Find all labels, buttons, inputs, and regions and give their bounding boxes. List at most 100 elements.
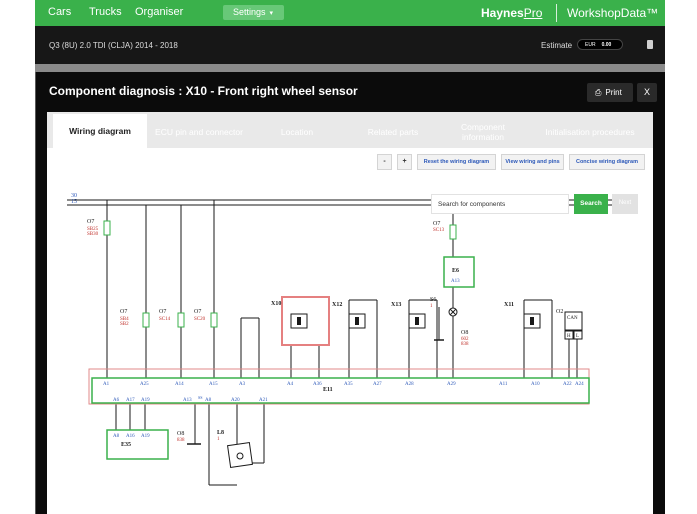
e11-name: E11: [323, 387, 333, 393]
zoom-out-button[interactable]: -: [377, 154, 392, 170]
fuse-b-name: O7: [120, 309, 127, 315]
can-pin-h: H: [567, 334, 571, 339]
control-unit-e11[interactable]: E11 A1 A25 A14 A15 A3 A4 A36 A35 A27 A28…: [88, 368, 590, 405]
wheel-sensor-x13[interactable]: X13: [391, 302, 426, 329]
brand-main: Haynes: [481, 6, 524, 20]
reset-wiring-diagram-button[interactable]: Reset the wiring diagram: [417, 154, 496, 170]
tab-ecu-pin-and-connector[interactable]: ECU pin and connector: [153, 116, 245, 148]
top-navigation: Cars Trucks Organiser Settings ▾ HaynesPr…: [35, 0, 665, 26]
e35-pin: A8: [113, 434, 120, 439]
o2-name: O2: [556, 309, 563, 315]
e11-pin: A10: [531, 382, 540, 387]
search-button[interactable]: Search: [574, 194, 608, 214]
fuse-a-name: O7: [87, 219, 94, 225]
o8-bottom-name: O8: [177, 431, 184, 437]
print-label: Print: [605, 88, 622, 97]
fuse-a-code-2: SB30: [87, 232, 99, 237]
component-e6[interactable]: E6 A13: [443, 256, 475, 288]
tabs-panel: Wiring diagram ECU pin and connector Loc…: [47, 112, 653, 514]
wiring-diagram[interactable]: 30 15 O7 SB25 SB30 O7 SB4 SB2 O7 SC14 O7…: [59, 188, 639, 508]
e11-pin: A25: [140, 382, 149, 387]
wheel-sensor-x11[interactable]: X11: [504, 302, 541, 329]
e11-pin: A1: [103, 382, 110, 387]
tab-component-information[interactable]: Component information: [443, 116, 523, 148]
fuse-a[interactable]: O7 SB25 SB30: [87, 219, 111, 237]
e11-pin: A17: [126, 398, 135, 403]
e11-pin: A28: [405, 382, 414, 387]
zoom-in-button[interactable]: +: [397, 154, 412, 170]
fuse-d-name: O7: [194, 309, 201, 315]
e35-pin: A19: [141, 434, 150, 439]
e11-pin: A20: [231, 398, 240, 403]
e11-pin: A14: [175, 382, 184, 387]
estimate-amount: 0.00: [601, 42, 612, 48]
e11-pin: A3: [239, 382, 246, 387]
nav-cars[interactable]: Cars: [48, 6, 71, 18]
e11-pin: A6: [113, 398, 120, 403]
tab-related-parts[interactable]: Related parts: [349, 116, 437, 148]
e11-pin: A22: [563, 382, 572, 387]
overlay-backdrop: [35, 64, 665, 72]
fuse-c[interactable]: O7 SC14: [159, 309, 185, 328]
e6-pin: A13: [451, 279, 460, 284]
view-wiring-and-pins-button[interactable]: View wiring and pins: [501, 154, 564, 170]
e11-pin: A21: [259, 398, 268, 403]
tab-initialisation-procedures[interactable]: Initialisation procedures: [529, 116, 651, 148]
x12-name: X12: [332, 302, 342, 308]
brand-divider: [556, 4, 557, 22]
fuse-b-code-2: SB2: [120, 322, 129, 327]
settings-label: Settings: [233, 7, 266, 17]
e11-pin: A24: [575, 382, 584, 387]
e11-pin: A27: [373, 382, 382, 387]
vehicle-bar: Q3 (8U) 2.0 TDI (CLJA) 2014 - 2018 Estim…: [35, 26, 665, 64]
print-button[interactable]: ⎙ Print: [587, 83, 633, 102]
estimate-badge[interactable]: EUR 0.00: [577, 39, 623, 50]
settings-dropdown[interactable]: Settings ▾: [223, 5, 284, 20]
component-o2[interactable]: O2 CAN H L: [556, 309, 583, 340]
wiring-diagram-svg[interactable]: 30 15 O7 SB25 SB30 O7 SB4 SB2 O7 SC14 O7…: [59, 188, 639, 508]
component-l8[interactable]: L8 1: [217, 430, 253, 468]
bus-15-label: 15: [71, 199, 77, 205]
fuse-e-code: SC13: [433, 228, 445, 233]
fuse-d-code: SC20: [194, 317, 206, 322]
ground-o8-bottom[interactable]: O8 838: [177, 431, 185, 443]
modal-title: Component diagnosis : X10 - Front right …: [49, 84, 358, 98]
e11-pin: A4: [287, 382, 294, 387]
x11-name: X11: [504, 302, 514, 308]
tab-wiring-diagram[interactable]: Wiring diagram: [53, 114, 147, 148]
e11-pin: A8: [205, 398, 212, 403]
l8-num: 1: [217, 437, 220, 442]
component-e35[interactable]: A8 A16 A19 E35: [106, 429, 169, 460]
e6-name: E6: [452, 268, 459, 274]
tab-location[interactable]: Location: [251, 116, 343, 148]
e11-pin: A15: [209, 382, 218, 387]
o8-bottom-code: 838: [177, 438, 185, 443]
e11-pin: A35: [344, 382, 353, 387]
vehicle-name[interactable]: Q3 (8U) 2.0 TDI (CLJA) 2014 - 2018: [49, 41, 178, 50]
s6-name: S6: [430, 297, 436, 303]
wiring-diagram-content: - + Reset the wiring diagram View wiring…: [47, 148, 653, 514]
nav-organiser[interactable]: Organiser: [135, 6, 183, 18]
fuse-c-code: SC14: [159, 317, 171, 322]
chevron-down-icon: ▾: [269, 10, 274, 17]
next-button[interactable]: Next: [612, 194, 638, 214]
o8-top-code-2: 838: [461, 342, 469, 347]
e11-pin: A11: [499, 382, 508, 387]
can-pin-l: L: [576, 334, 579, 339]
calculator-icon[interactable]: [647, 40, 653, 49]
component-search-input[interactable]: Search for components: [431, 194, 569, 214]
l8-name: L8: [217, 430, 224, 436]
printer-icon: ⎙: [595, 88, 602, 97]
shield-label: SS: [198, 395, 202, 400]
brand-pro: Pro: [523, 6, 543, 20]
concise-wiring-diagram-button[interactable]: Concise wiring diagram: [569, 154, 645, 170]
e11-pin: A29: [447, 382, 456, 387]
fuse-b[interactable]: O7 SB4 SB2: [120, 309, 150, 328]
close-button[interactable]: X: [637, 83, 657, 102]
fuse-e-name: O7: [433, 221, 440, 227]
wheel-sensor-x10[interactable]: X10: [271, 296, 330, 346]
nav-trucks[interactable]: Trucks: [89, 6, 122, 18]
x10-name: X10: [271, 301, 281, 307]
e11-pin: A13: [183, 398, 192, 403]
ground-o8-top[interactable]: O8 602 838: [461, 330, 469, 347]
